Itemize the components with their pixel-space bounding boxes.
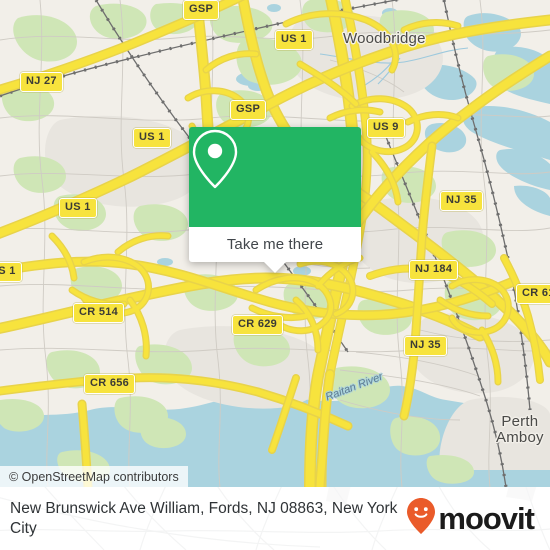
highway-shield: US 1 bbox=[59, 198, 97, 218]
location-address: New Brunswick Ave William, Fords, NJ 088… bbox=[10, 499, 398, 537]
highway-shield: NJ 27 bbox=[20, 72, 63, 92]
footer-bar: New Brunswick Ave William, Fords, NJ 088… bbox=[0, 487, 550, 550]
map-location-popup[interactable]: Take me there bbox=[189, 127, 361, 273]
highway-shield: US 1 bbox=[133, 128, 171, 148]
highway-shield: US 1 bbox=[0, 262, 22, 282]
popup-tail-pointer bbox=[264, 262, 286, 273]
popup-footer[interactable]: Take me there bbox=[189, 227, 361, 273]
highway-shield: CR 611 bbox=[516, 284, 550, 304]
take-me-there-button[interactable]: Take me there bbox=[227, 236, 323, 253]
highway-shield: CR 514 bbox=[73, 303, 125, 323]
highway-shield: US 1 bbox=[275, 30, 313, 50]
highway-shield: NJ 184 bbox=[409, 260, 459, 280]
highway-shield: NJ 35 bbox=[440, 191, 483, 211]
highway-shield: CR 656 bbox=[84, 374, 136, 394]
highway-shield: CR 629 bbox=[232, 315, 284, 335]
moovit-smiley-pin-icon bbox=[406, 497, 436, 540]
popup-header bbox=[189, 127, 361, 227]
map-canvas[interactable]: .water { fill:#aad3df; } .park { fill:#c… bbox=[0, 0, 550, 487]
highway-shield: GSP bbox=[230, 100, 267, 120]
highway-shield: NJ 35 bbox=[404, 336, 447, 356]
moovit-wordmark: moovit bbox=[438, 501, 535, 536]
highway-shield: GSP bbox=[183, 0, 220, 20]
highway-shield: US 9 bbox=[367, 118, 405, 138]
moovit-brand: moovit bbox=[406, 497, 535, 540]
moovit-map-screen: .water { fill:#aad3df; } .park { fill:#c… bbox=[0, 0, 550, 550]
osm-attribution[interactable]: © OpenStreetMap contributors bbox=[0, 466, 188, 487]
